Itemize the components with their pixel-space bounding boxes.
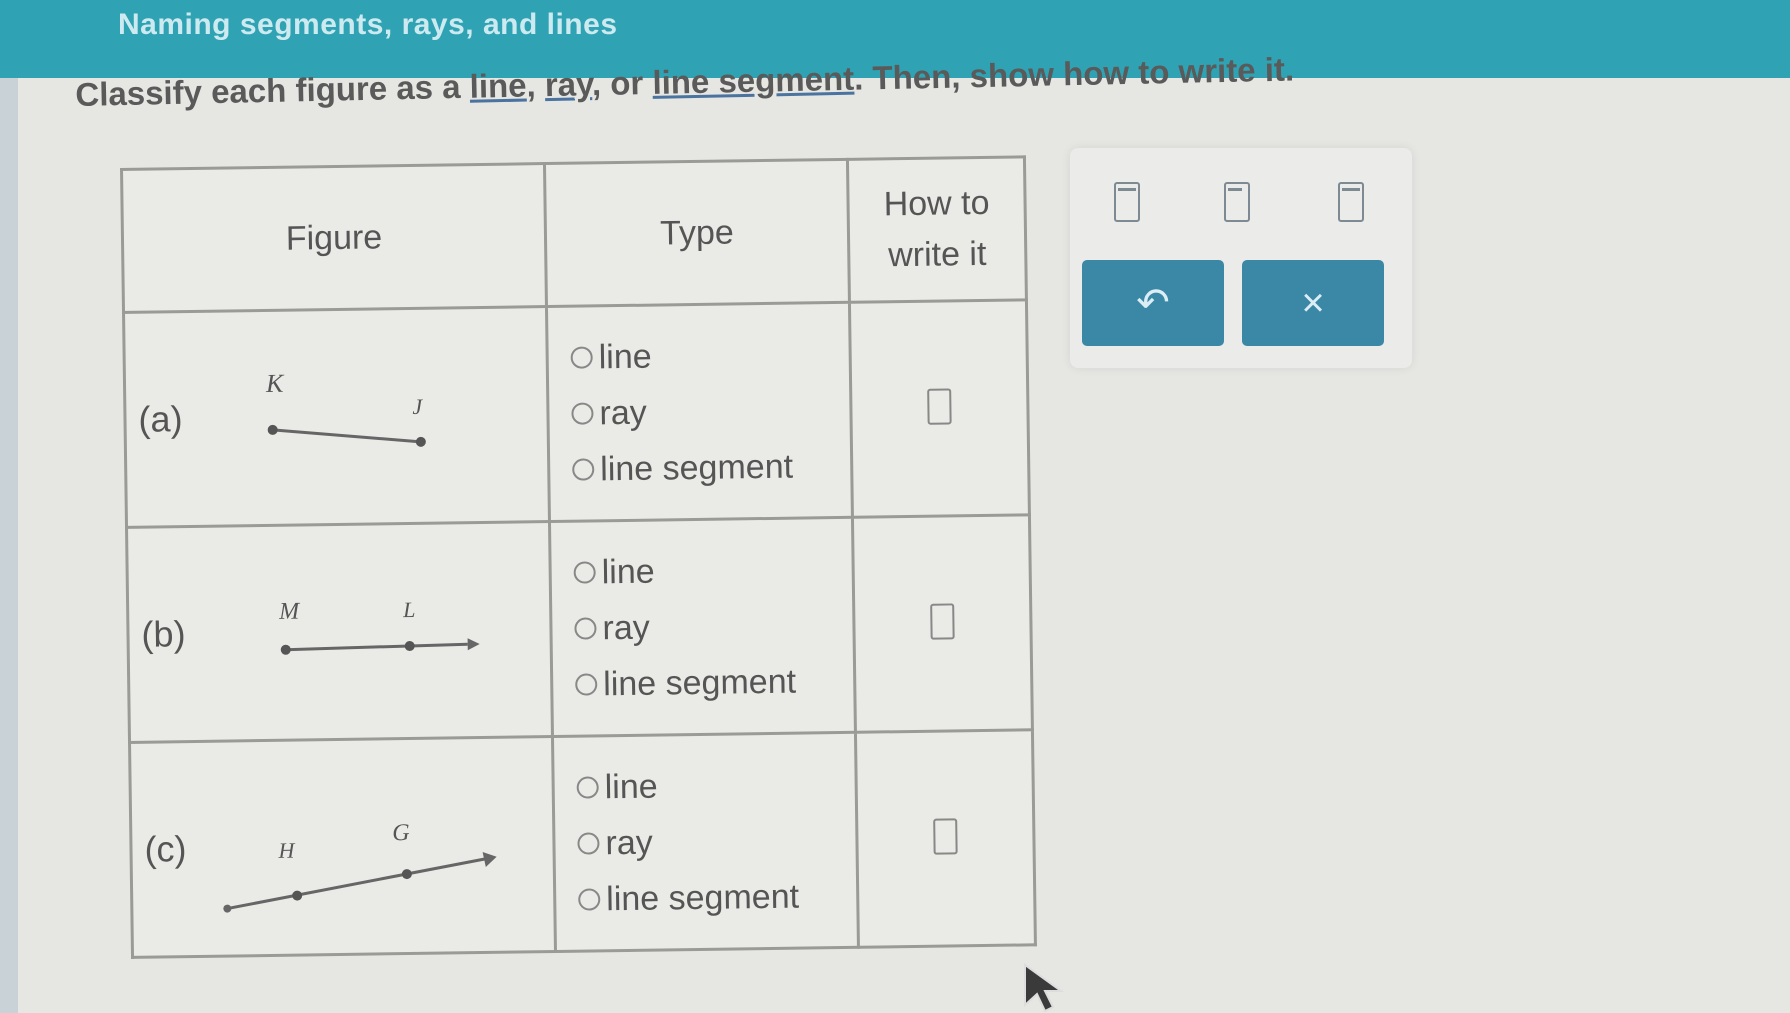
point-label-m: M <box>278 599 301 625</box>
type-cell-b: line ray line segment <box>549 517 856 737</box>
instructions-sep-2: , or <box>591 63 653 103</box>
table-header-row: Figure Type How to write it <box>121 156 1027 313</box>
option-label: ray <box>605 823 653 862</box>
point-m <box>280 644 291 655</box>
option-ray-b[interactable]: ray <box>574 597 852 657</box>
figure-cell-c: (c) H G <box>129 736 556 958</box>
option-label: line segment <box>605 877 800 918</box>
instructions-suffix: . Then, show how to write it. <box>853 50 1295 97</box>
option-ray-c[interactable]: ray <box>577 812 855 872</box>
left-edge-strip <box>0 60 18 1013</box>
table-row: (a) K J line ray line segment <box>123 299 1030 528</box>
ray-vocab-link[interactable]: ray <box>544 65 592 103</box>
clear-button[interactable]: × <box>1242 260 1384 346</box>
point-l <box>404 641 415 652</box>
instructions-prefix: Classify each figure as a <box>75 67 471 113</box>
line-segment-vocab-link[interactable]: line segment <box>652 60 854 101</box>
segment-line-a <box>272 428 421 444</box>
table-row: (c) H G line ray line segment <box>129 729 1036 958</box>
point-g <box>401 869 412 880</box>
ray-arrowhead-b <box>467 638 480 651</box>
radio-ray-b[interactable] <box>574 617 597 640</box>
notation-palette: ↶ × <box>1070 148 1412 368</box>
radio-line-segment-c[interactable] <box>578 888 601 911</box>
ray-line-c <box>227 857 485 911</box>
option-label: line segment <box>602 662 797 703</box>
point-label-k: K <box>265 369 285 398</box>
radio-ray-a[interactable] <box>571 402 594 425</box>
table-row: (b) M L line ray line segment <box>126 514 1033 743</box>
answer-box-b[interactable] <box>930 602 955 640</box>
radio-line-a[interactable] <box>570 346 593 369</box>
option-line-a[interactable]: line <box>570 326 848 386</box>
classification-table: Figure Type How to write it (a) K J line… <box>120 155 1037 959</box>
option-line-segment-a[interactable]: line segment <box>572 438 850 498</box>
answer-box-c[interactable] <box>933 817 958 855</box>
point-label-j: J <box>412 394 423 419</box>
write-cell-c <box>855 729 1036 948</box>
option-line-b[interactable]: line <box>573 541 851 601</box>
point-h <box>292 890 303 901</box>
write-cell-a <box>849 299 1030 518</box>
option-label: line <box>598 337 652 376</box>
ray-figure-b: M L <box>278 597 480 655</box>
row-label-c: (c) <box>144 828 187 870</box>
line-vocab-link[interactable]: line <box>469 67 527 105</box>
ray-arrowhead-c <box>482 852 497 867</box>
header-figure: Figure <box>121 163 547 313</box>
figure-cell-b: (b) M L <box>126 521 553 743</box>
ray-figure-c: H G <box>223 820 497 913</box>
mouse-cursor-icon <box>1024 963 1065 1013</box>
page-title: Naming segments, rays, and lines <box>118 8 618 41</box>
instructions-sep-1: , <box>526 66 546 104</box>
radio-line-c[interactable] <box>576 776 599 799</box>
type-cell-a: line ray line segment <box>546 302 853 522</box>
radio-line-segment-a[interactable] <box>572 458 595 481</box>
row-label-b: (b) <box>141 613 186 655</box>
radio-line-segment-b[interactable] <box>575 673 598 696</box>
option-label: line <box>604 767 658 806</box>
point-j <box>415 436 426 447</box>
ray-line-b <box>285 642 468 652</box>
point-label-l: L <box>402 597 416 622</box>
option-label: ray <box>602 608 650 647</box>
option-ray-a[interactable]: ray <box>571 382 849 442</box>
header-how-to-write: How to write it <box>847 156 1027 303</box>
option-line-c[interactable]: line <box>576 756 854 816</box>
figure-cell-a: (a) K J <box>123 306 550 528</box>
line-segment-notation-icon[interactable] <box>1114 182 1140 222</box>
point-k <box>267 424 278 435</box>
row-label-a: (a) <box>138 398 183 440</box>
answer-box-a[interactable] <box>927 387 952 425</box>
segment-figure-a: K J <box>265 369 426 447</box>
point-label-g: G <box>392 820 410 846</box>
ray-notation-icon[interactable] <box>1224 182 1250 222</box>
point-label-h: H <box>277 838 295 863</box>
option-label: ray <box>599 393 647 432</box>
option-line-segment-c[interactable]: line segment <box>578 868 856 928</box>
line-start-dot-c <box>223 904 232 913</box>
option-line-segment-b[interactable]: line segment <box>575 653 853 713</box>
radio-ray-c[interactable] <box>577 832 600 855</box>
option-label: line <box>601 552 655 591</box>
write-cell-b <box>852 514 1033 733</box>
header-type: Type <box>544 159 850 307</box>
undo-button[interactable]: ↶ <box>1082 260 1224 346</box>
radio-line-b[interactable] <box>573 561 596 584</box>
option-label: line segment <box>599 447 794 488</box>
line-notation-icon[interactable] <box>1338 182 1364 222</box>
type-cell-c: line ray line segment <box>552 732 859 952</box>
